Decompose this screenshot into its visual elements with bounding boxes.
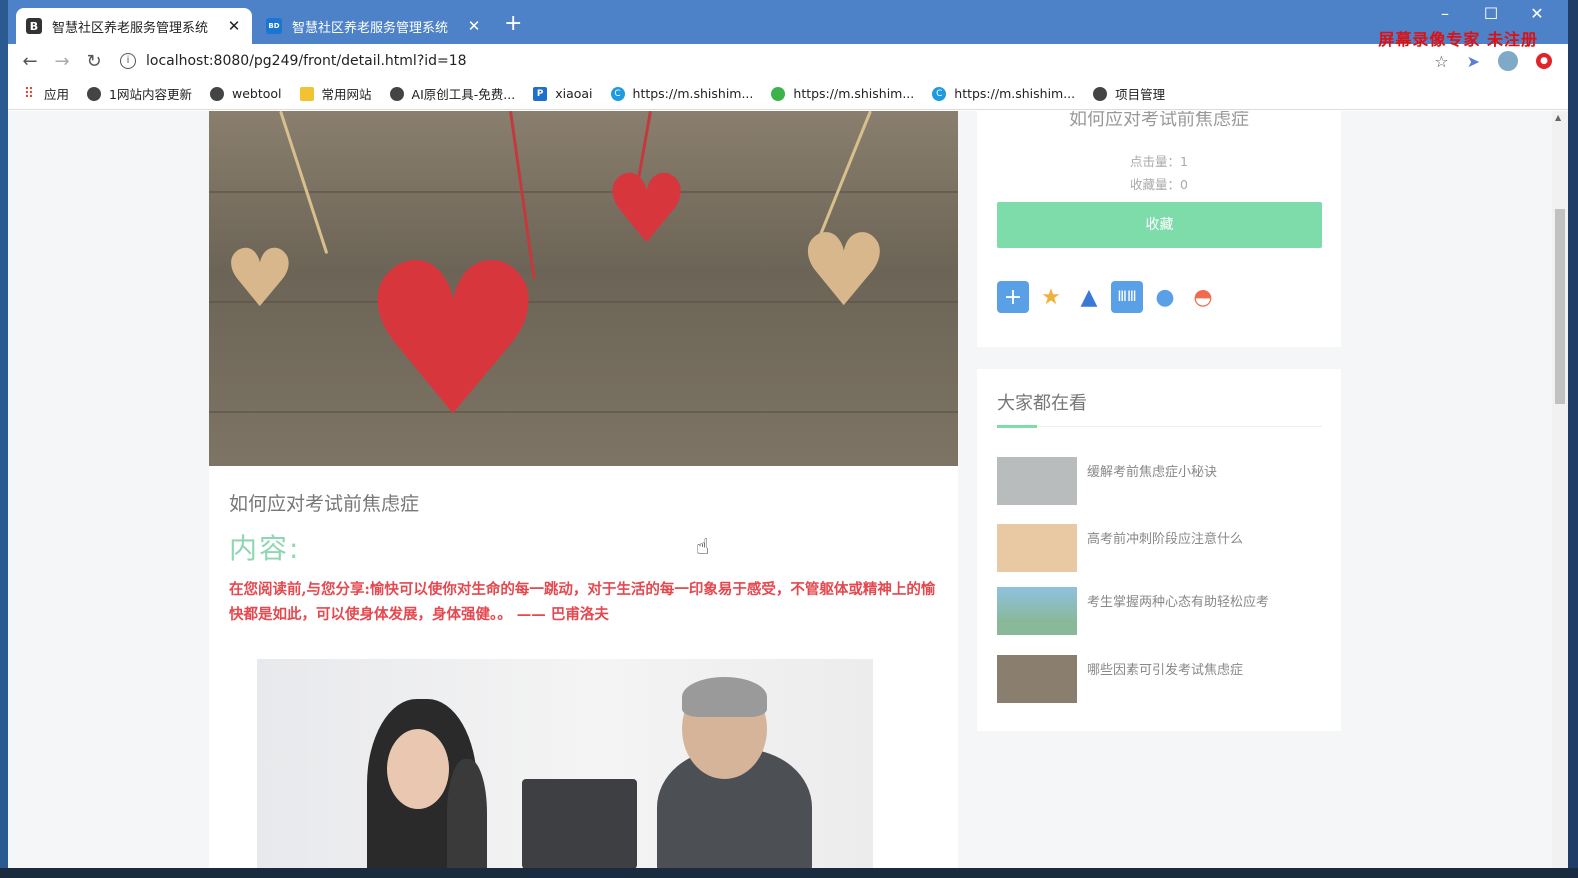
- bookmark-item[interactable]: Chttps://m.shishim...: [610, 86, 753, 101]
- popular-title: 哪些因素可引发考试焦虑症: [1087, 663, 1244, 678]
- scrollbar-thumb[interactable]: [1555, 209, 1565, 404]
- article-quote: 在您阅读前,与您分享:愉快可以使你对生命的每一跳动，对于生活的每一印象易于感受，…: [229, 581, 936, 623]
- c-icon: C: [610, 86, 625, 101]
- avatar[interactable]: [1498, 51, 1518, 71]
- share-icons: + ★ ▲ ⅢⅢ ● ◓: [997, 281, 1219, 313]
- globe-icon: [87, 86, 102, 101]
- new-tab-button[interactable]: +: [504, 12, 522, 36]
- tab-strip: B 智慧社区养老服务管理系统 ✕ BD 智慧社区养老服务管理系统 ✕ + – ☐…: [8, 0, 1568, 49]
- globe-icon: [1093, 86, 1108, 101]
- vertical-scrollbar[interactable]: ▲: [1552, 111, 1568, 868]
- back-icon[interactable]: ←: [14, 51, 46, 72]
- article-title: 如何应对考试前焦虑症: [229, 493, 420, 515]
- tab-inactive[interactable]: BD 智慧社区养老服务管理系统 ✕: [256, 8, 492, 44]
- bookmark-star-icon[interactable]: ☆: [1434, 52, 1448, 71]
- bookmark-item[interactable]: AI原创工具-免费...: [389, 84, 515, 103]
- share-douban-icon[interactable]: ⅢⅢ: [1111, 281, 1143, 313]
- reload-icon[interactable]: ↻: [78, 51, 110, 72]
- bookmark-item[interactable]: ⠿ 应用: [22, 84, 69, 103]
- bookmarks-bar: ⠿ 应用 1网站内容更新 webtool 常用网站 AI原创工具-免费... Px…: [8, 78, 1568, 110]
- info-icon[interactable]: i: [120, 53, 136, 69]
- page-viewport: ♥ ♥ ♥ ♥ 如何应对考试前焦虑症 内容: 在您阅读前,与您分享:愉快可以使你…: [8, 111, 1568, 868]
- popular-thumb: [997, 524, 1077, 572]
- popular-card: 大家都在看 缓解考前焦虑症小秘诀 高考前冲刺阶段应注意什么 考生掌握两种心态有助…: [977, 369, 1341, 731]
- tab-favicon: BD: [266, 18, 282, 34]
- popular-thumb: [997, 655, 1077, 703]
- detail-title: 如何应对考试前焦虑症: [1069, 111, 1249, 130]
- url-field[interactable]: i localhost:8080/pg249/front/detail.html…: [120, 47, 1434, 75]
- article-photo: [257, 659, 873, 868]
- minimize-icon[interactable]: –: [1430, 4, 1460, 23]
- content-label: 内容:: [229, 532, 301, 565]
- share-tqq-icon[interactable]: ◓: [1187, 281, 1219, 313]
- close-tab-icon[interactable]: ✕: [226, 17, 242, 35]
- taskbar: [0, 868, 1578, 878]
- popular-title: 考生掌握两种心态有助轻松应考: [1087, 595, 1270, 610]
- p-icon: P: [533, 86, 548, 101]
- hand-cursor-icon: ☝: [696, 535, 710, 560]
- heart-decoration-icon: ♥: [799, 212, 889, 329]
- bookmark-item[interactable]: 项目管理: [1093, 84, 1165, 103]
- popular-item[interactable]: 哪些因素可引发考试焦虑症: [997, 655, 1327, 703]
- popular-thumb: [997, 457, 1077, 505]
- share-weibo-icon[interactable]: ▲: [1073, 281, 1105, 313]
- close-window-icon[interactable]: ✕: [1522, 4, 1552, 23]
- hero-image: ♥ ♥ ♥ ♥: [209, 111, 958, 466]
- share-more-icon[interactable]: +: [997, 281, 1029, 313]
- desktop-edge: [0, 0, 8, 878]
- address-bar: ← → ↻ i localhost:8080/pg249/front/detai…: [8, 44, 1568, 78]
- click-count: 点击量：1: [1130, 154, 1188, 169]
- bookmark-item[interactable]: 常用网站: [299, 84, 372, 103]
- maximize-icon[interactable]: ☐: [1476, 4, 1506, 23]
- extension-icon[interactable]: ➤: [1467, 52, 1480, 71]
- globe-icon: [209, 86, 224, 101]
- tab-favicon: B: [26, 18, 42, 34]
- apps-icon: ⠿: [23, 85, 35, 102]
- popular-item[interactable]: 缓解考前焦虑症小秘诀: [997, 457, 1327, 505]
- browser-window: B 智慧社区养老服务管理系统 ✕ BD 智慧社区养老服务管理系统 ✕ + – ☐…: [8, 0, 1568, 868]
- bookmark-item[interactable]: Pxiaoai: [533, 86, 593, 101]
- folder-icon: [299, 86, 314, 101]
- bookmark-item[interactable]: https://m.shishim...: [771, 86, 914, 101]
- tab-active[interactable]: B 智慧社区养老服务管理系统 ✕: [16, 8, 252, 44]
- watermark: 屏幕录像专家 未注册: [1378, 30, 1538, 49]
- globe-icon: [389, 86, 404, 101]
- forward-icon[interactable]: →: [46, 51, 78, 72]
- tab-title: 智慧社区养老服务管理系统: [292, 20, 449, 36]
- article-panel: ♥ ♥ ♥ ♥ 如何应对考试前焦虑症 内容: 在您阅读前,与您分享:愉快可以使你…: [209, 111, 958, 868]
- detail-card: 如何应对考试前焦虑症 点击量：1 收藏量：0 收藏 + ★ ▲ ⅢⅢ ● ◓: [977, 111, 1341, 347]
- popular-item[interactable]: 高考前冲刺阶段应注意什么: [997, 524, 1327, 572]
- update-icon[interactable]: ●: [1536, 53, 1552, 69]
- c-icon: C: [932, 86, 947, 101]
- heart-decoration-icon: ♥: [224, 232, 296, 325]
- popular-thumb: [997, 587, 1077, 635]
- bookmark-item[interactable]: 1网站内容更新: [87, 84, 192, 103]
- popular-item[interactable]: 考生掌握两种心态有助轻松应考: [997, 587, 1327, 635]
- scroll-up-icon[interactable]: ▲: [1555, 113, 1561, 122]
- popular-heading: 大家都在看: [997, 393, 1087, 414]
- heart-decoration-icon: ♥: [359, 218, 548, 463]
- wechat-icon: [771, 86, 786, 101]
- tab-title: 智慧社区养老服务管理系统: [52, 20, 209, 36]
- share-qzone-icon[interactable]: ★: [1035, 281, 1067, 313]
- bookmark-item[interactable]: webtool: [209, 86, 282, 101]
- bookmark-item[interactable]: Chttps://m.shishim...: [932, 86, 1075, 101]
- favorite-count: 收藏量：0: [1130, 177, 1188, 192]
- favorite-button[interactable]: 收藏: [997, 202, 1322, 248]
- close-tab-icon[interactable]: ✕: [466, 17, 482, 35]
- popular-title: 高考前冲刺阶段应注意什么: [1087, 532, 1244, 547]
- share-wechat-icon[interactable]: ●: [1149, 281, 1181, 313]
- heart-decoration-icon: ♥: [604, 155, 690, 265]
- popular-title: 缓解考前焦虑症小秘诀: [1087, 465, 1218, 480]
- url-text: localhost:8080/pg249/front/detail.html?i…: [146, 53, 467, 69]
